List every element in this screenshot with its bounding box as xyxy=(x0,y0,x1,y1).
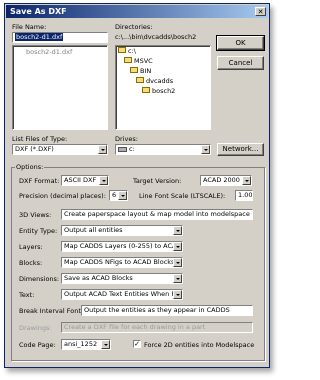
file-name-input[interactable]: bosch2-d1.dxf xyxy=(12,32,108,43)
dxf-format-label: DXF Format: xyxy=(19,177,60,185)
entity-type-select[interactable]: Output all entities xyxy=(61,225,183,236)
chevron-down-icon[interactable] xyxy=(98,145,107,154)
list-files-label: List Files of Type: xyxy=(12,135,68,143)
folder-open-icon xyxy=(118,47,126,53)
folder-open-icon xyxy=(136,77,144,83)
blocks-select[interactable]: Map CADDS NFigs to ACAD Blocks xyxy=(61,257,183,268)
views-3d-value: Create paperspace layout & map model int… xyxy=(64,210,250,218)
line-font-scale-input[interactable]: 1.00 xyxy=(235,190,253,201)
text-value: Output ACAD Text Entities When Possible xyxy=(64,290,182,298)
chevron-down-icon[interactable] xyxy=(201,145,210,154)
code-page-select[interactable]: ansi_1252 xyxy=(61,339,111,350)
chevron-down-icon[interactable] xyxy=(118,191,127,200)
code-page-label: Code Page: xyxy=(19,341,56,349)
dimensions-label: Dimensions: xyxy=(19,275,60,283)
options-group-label: Options: xyxy=(15,163,45,171)
directory-item-label: BIN xyxy=(140,67,152,75)
dialog-title: Save As DXF xyxy=(10,7,67,16)
views-3d-label: 3D Views: xyxy=(19,211,52,219)
cancel-button[interactable]: Cancel xyxy=(217,56,264,70)
directory-item-label: bosch2 xyxy=(152,87,176,95)
layers-select[interactable]: Map CADDS Layers (0-255) to ACAD Layers … xyxy=(61,241,183,252)
target-version-value: ACAD 2000 xyxy=(203,176,240,184)
text-label: Text: xyxy=(19,291,35,299)
chevron-down-icon[interactable] xyxy=(173,290,182,299)
directories-list[interactable]: c:\ MSVC BIN dvcadds bosch2 xyxy=(115,45,211,130)
layers-value: Map CADDS Layers (0-255) to ACAD Layers … xyxy=(64,242,182,250)
directory-item-label: c:\ xyxy=(128,47,136,55)
precision-value: 6 xyxy=(112,191,117,199)
entity-type-label: Entity Type: xyxy=(19,227,58,235)
drive-icon xyxy=(118,146,127,152)
break-interval-fonts-label: Break Interval Fonts: xyxy=(19,307,87,315)
precision-label: Precision (decimal places): xyxy=(19,192,106,200)
drive-value: c: xyxy=(129,145,135,153)
drawings-value: Create a DXF file for each drawing in a … xyxy=(64,323,206,331)
code-page-value: ansi_1252 xyxy=(64,340,98,348)
save-as-dxf-dialog: Save As DXF ✕ File Name: bosch2-d1.dxf b… xyxy=(4,3,270,368)
directory-item-bin[interactable]: BIN xyxy=(130,67,151,76)
dxf-format-value: ASCII DXF xyxy=(64,176,97,184)
precision-select[interactable]: 6 xyxy=(109,190,128,201)
dxf-format-select[interactable]: ASCII DXF xyxy=(61,175,109,186)
directory-item-label: MSVC xyxy=(134,57,153,65)
target-version-label: Target Version: xyxy=(133,177,182,185)
dimensions-value: Save as ACAD Blocks xyxy=(64,274,133,282)
directory-item-label: dvcadds xyxy=(146,77,174,85)
dimensions-select[interactable]: Save as ACAD Blocks xyxy=(61,273,183,284)
directory-item-msvc[interactable]: MSVC xyxy=(124,57,153,66)
close-button[interactable]: ✕ xyxy=(255,7,266,16)
directory-item-root[interactable]: c:\ xyxy=(118,47,136,56)
file-name-label: File Name: xyxy=(12,23,47,31)
file-type-select[interactable]: DXF (*.DXF) xyxy=(12,144,108,155)
chevron-down-icon[interactable] xyxy=(173,226,182,235)
network-button[interactable]: Network... xyxy=(217,143,264,156)
file-list-item[interactable]: bosch2-d1.dxf xyxy=(26,48,72,57)
directory-item-dvcadds[interactable]: dvcadds xyxy=(136,77,173,86)
line-font-scale-value: 1.00 xyxy=(238,191,253,199)
file-type-value: DXF (*.DXF) xyxy=(15,145,54,153)
force-2d-label[interactable]: Force 2D entities into Modelspace xyxy=(144,341,254,349)
chevron-down-icon[interactable] xyxy=(173,274,182,283)
drawings-select: Create a DXF file for each drawing in a … xyxy=(61,322,253,333)
drives-label: Drives: xyxy=(115,135,138,143)
folder-open-icon xyxy=(130,67,138,73)
break-interval-fonts-value: Output the entities as they appear in CA… xyxy=(84,306,230,314)
blocks-label: Blocks: xyxy=(19,259,43,267)
drive-select[interactable]: c: xyxy=(115,144,211,155)
chevron-down-icon[interactable] xyxy=(173,242,182,251)
chevron-down-icon[interactable] xyxy=(242,176,251,185)
directories-path: c:\...\bin\dvcadds\bosch2 xyxy=(115,33,197,41)
text-select[interactable]: Output ACAD Text Entities When Possible xyxy=(61,289,183,300)
layers-label: Layers: xyxy=(19,243,43,251)
title-bar: Save As DXF ✕ xyxy=(6,5,268,18)
chevron-down-icon[interactable] xyxy=(101,340,110,349)
directories-label: Directories: xyxy=(115,23,153,31)
ok-button[interactable]: OK xyxy=(216,35,265,51)
file-name-value: bosch2-d1.dxf xyxy=(15,33,64,41)
folder-open-icon xyxy=(142,87,150,93)
break-interval-fonts-select[interactable]: Output the entities as they appear in CA… xyxy=(81,305,253,316)
blocks-value: Map CADDS NFigs to ACAD Blocks xyxy=(64,258,175,266)
chevron-down-icon[interactable] xyxy=(99,176,108,185)
folder-open-icon xyxy=(124,57,132,63)
views-3d-select[interactable]: Create paperspace layout & map model int… xyxy=(61,209,253,220)
check-icon: ✓ xyxy=(134,340,140,348)
close-icon: ✕ xyxy=(257,8,264,16)
directory-item-bosch2[interactable]: bosch2 xyxy=(142,87,175,96)
line-font-scale-label: Line Font Scale (LTSCALE): xyxy=(139,192,226,200)
drawings-label: Drawings: xyxy=(19,324,52,332)
force-2d-checkbox[interactable]: ✓ xyxy=(133,340,141,348)
entity-type-value: Output all entities xyxy=(64,226,123,234)
chevron-down-icon[interactable] xyxy=(173,258,182,267)
file-list[interactable]: bosch2-d1.dxf xyxy=(12,45,108,130)
target-version-select[interactable]: ACAD 2000 xyxy=(200,175,252,186)
